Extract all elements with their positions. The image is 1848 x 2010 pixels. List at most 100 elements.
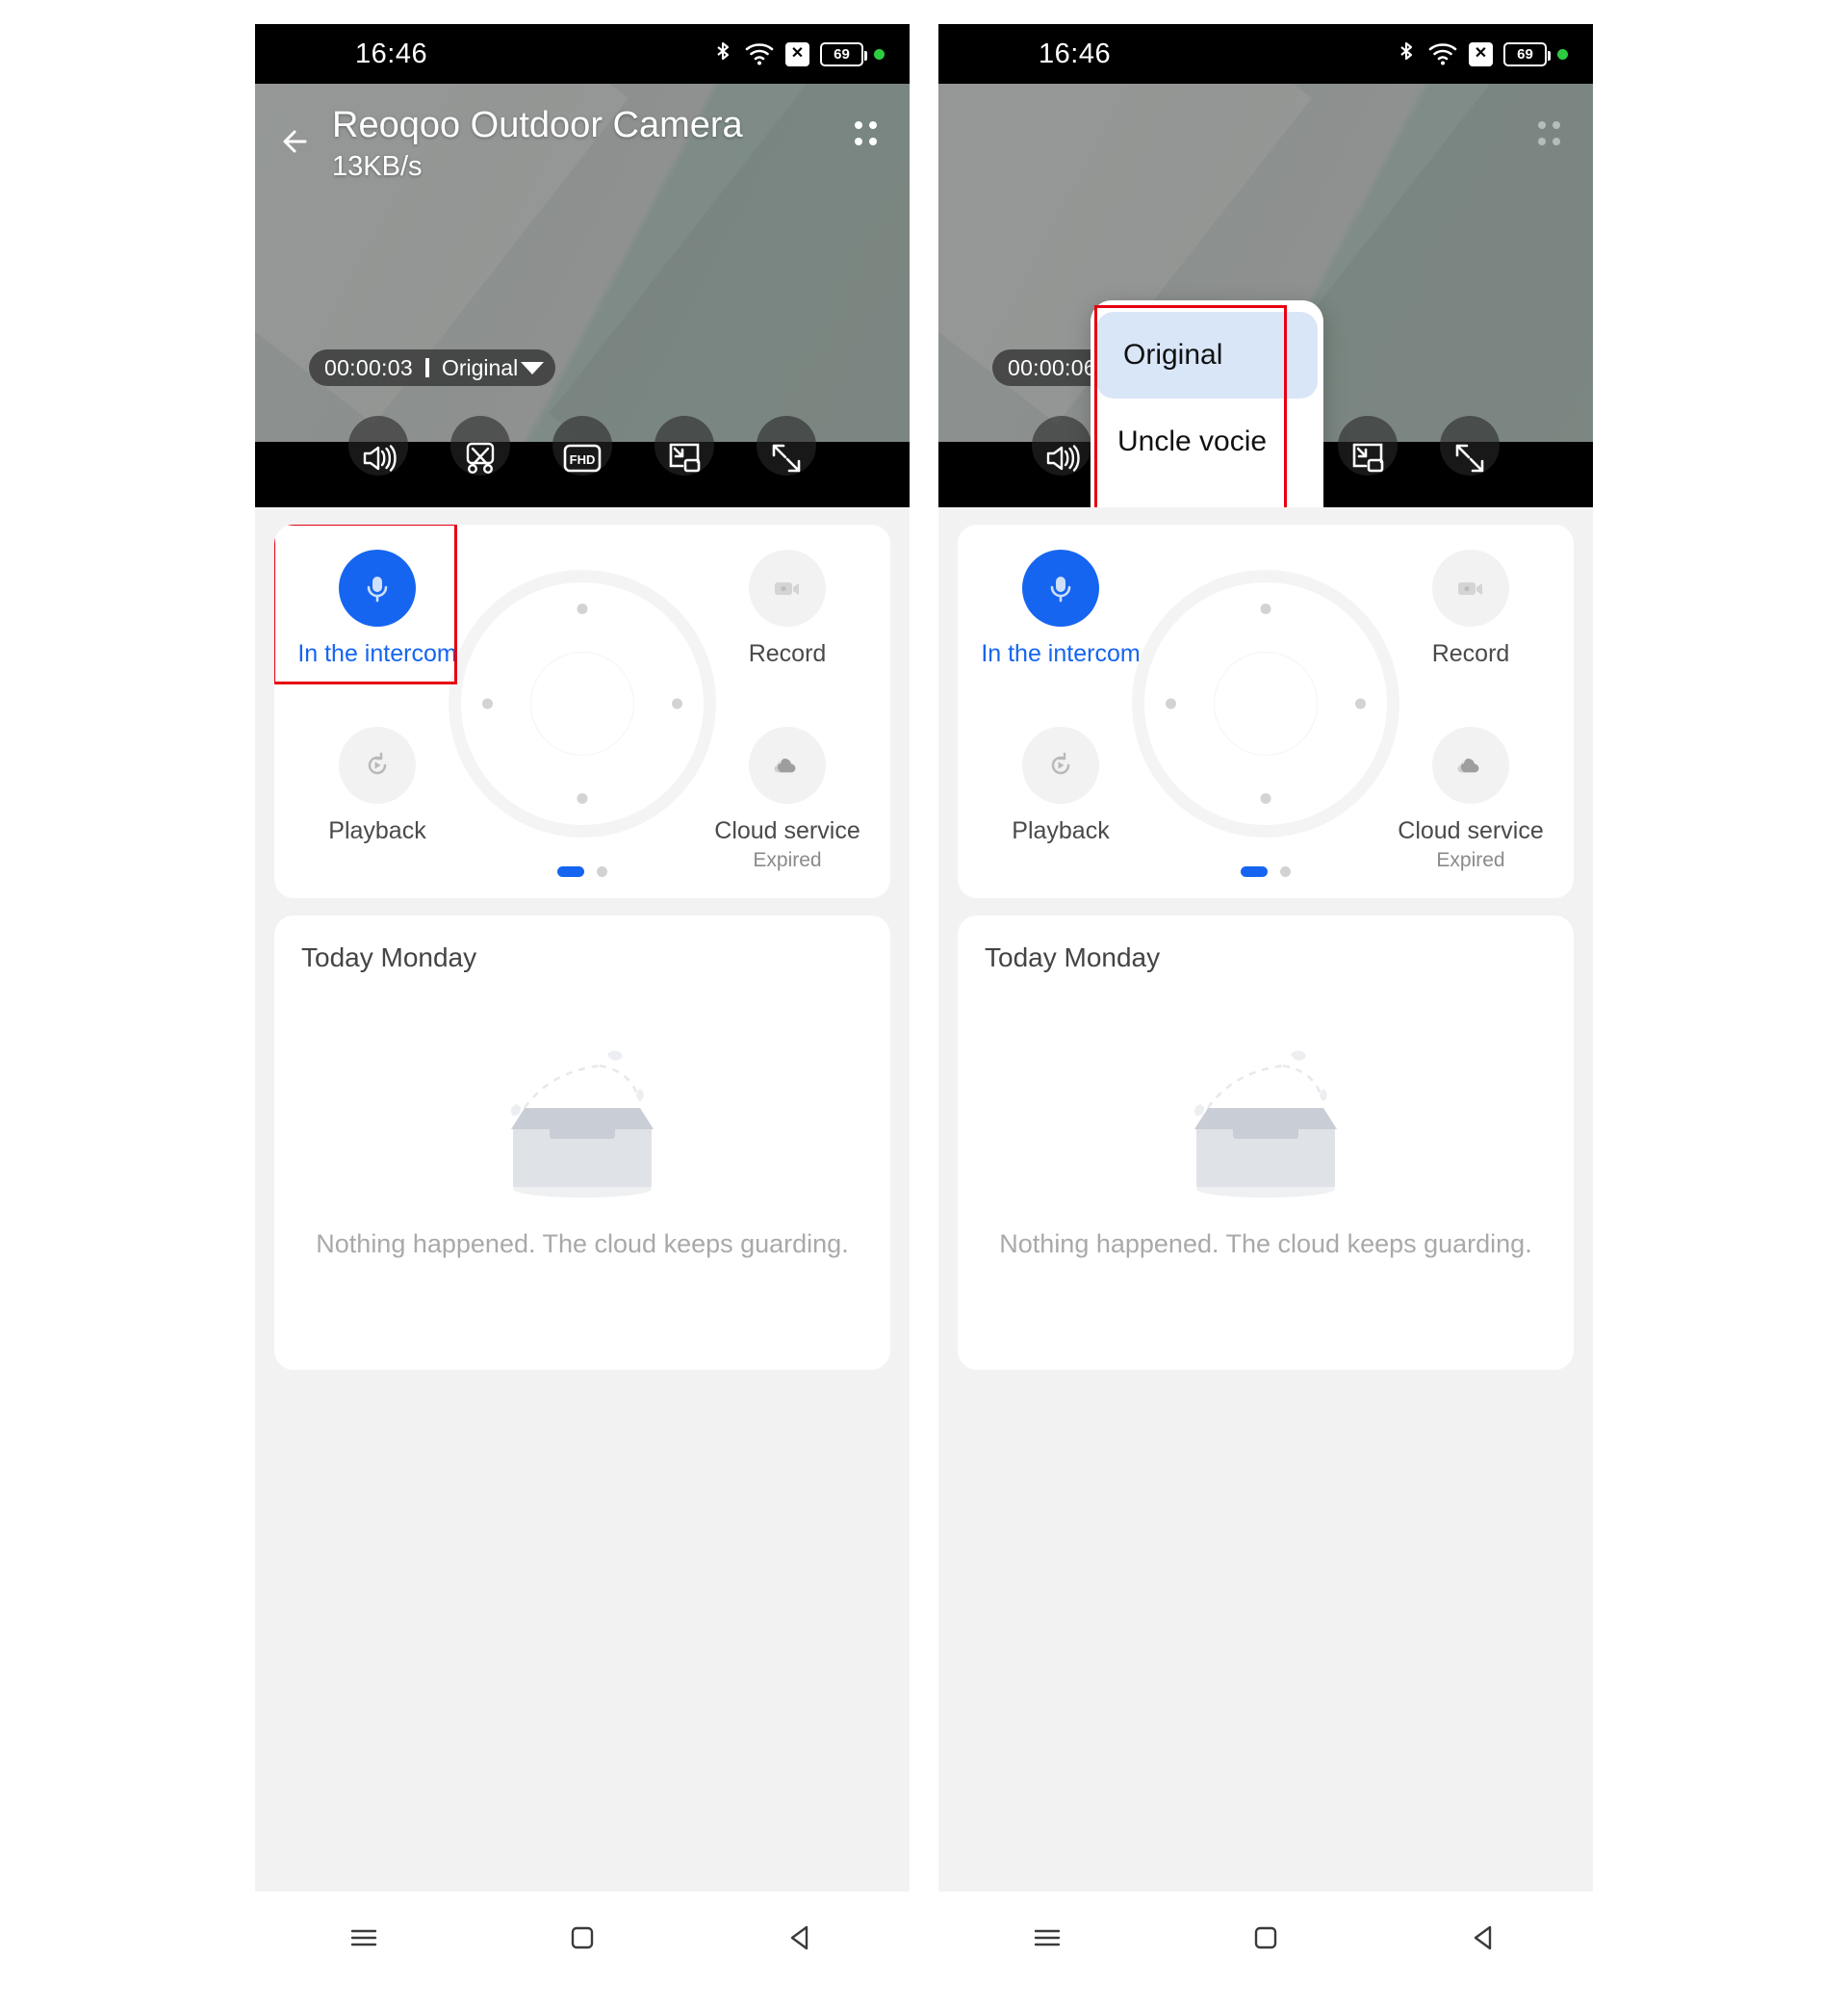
quick-action-playback[interactable]: Playback (979, 727, 1142, 845)
chevron-down-icon[interactable] (521, 361, 545, 374)
events-empty-message: Nothing happened. The cloud keeps guardi… (999, 1229, 1532, 1258)
quick-action-cloud[interactable]: Cloud service Expired (706, 727, 869, 872)
live-video-view[interactable]: 00:00:06 Original 02-26-2024 16:46:45 FH… (938, 84, 1593, 507)
quick-action-intercom[interactable]: In the intercom (979, 550, 1142, 668)
stream-status-pill[interactable]: 00:00:03 Original (309, 349, 556, 386)
menu-icon[interactable] (1018, 1909, 1076, 1967)
empty-box-icon (1150, 1025, 1381, 1208)
more-options-icon[interactable] (1529, 115, 1568, 153)
pip-button[interactable] (654, 416, 714, 504)
pill-separator (424, 358, 429, 377)
pager-dot-1[interactable] (557, 866, 584, 877)
clip-button[interactable] (450, 416, 510, 504)
pager-dot-2[interactable] (1280, 866, 1291, 877)
microphone-icon (367, 577, 388, 603)
quick-controls-card: In the intercom Record Playback Cloud se… (958, 525, 1574, 898)
android-nav-bar (938, 1892, 1593, 1983)
ptz-dot-left (1166, 698, 1176, 709)
bitrate-label: 13KB/s (332, 150, 423, 182)
voice-mode-dropdown[interactable]: Original Uncle vocie Kid voice (1091, 300, 1323, 507)
pip-button[interactable] (1338, 416, 1398, 504)
back-icon[interactable] (772, 1909, 830, 1967)
voice-mode-label: Original (441, 354, 519, 380)
ptz-dot-up (577, 604, 588, 615)
pager-dot-1[interactable] (1241, 866, 1268, 877)
speaker-icon (363, 445, 397, 472)
card-pager[interactable] (1241, 866, 1291, 877)
quick-action-cloud[interactable]: Cloud service Expired (1389, 727, 1553, 872)
voice-option-uncle[interactable]: Uncle vocie (1091, 399, 1323, 485)
ptz-dot-right (672, 698, 682, 709)
record-button[interactable] (749, 550, 826, 627)
events-title: Today Monday (985, 942, 1161, 972)
green-dot-icon (874, 48, 885, 60)
voice-option-kid[interactable]: Kid voice (1091, 485, 1323, 507)
ptz-dot-up (1260, 604, 1271, 615)
fullscreen-button[interactable] (757, 416, 816, 504)
card-pager[interactable] (557, 866, 607, 877)
quick-action-intercom[interactable]: In the intercom (295, 550, 459, 668)
volume-button[interactable] (1032, 416, 1091, 504)
events-card: Today Monday Nothing happened. The cloud… (274, 915, 890, 1370)
picture-in-picture-icon (669, 443, 701, 473)
bluetooth-icon (717, 41, 730, 61)
sim-x-icon: ✕ (785, 41, 809, 66)
quick-action-record[interactable]: Record (706, 550, 869, 668)
status-time: 16:46 (355, 38, 428, 69)
playback-button[interactable] (339, 727, 416, 804)
volume-button[interactable] (348, 416, 408, 504)
camcorder-icon (1458, 582, 1482, 595)
home-icon[interactable] (553, 1909, 611, 1967)
green-dot-icon (1557, 48, 1568, 60)
cloud-icon (774, 759, 796, 773)
record-button[interactable] (1432, 550, 1509, 627)
sim-x-icon: ✕ (1469, 41, 1493, 66)
back-icon[interactable] (1455, 1909, 1513, 1967)
intercom-button[interactable] (1022, 550, 1099, 627)
intercom-button[interactable] (339, 550, 416, 627)
cloud-service-status: Expired (1436, 849, 1505, 871)
ptz-dot-down (577, 793, 588, 805)
cloud-service-label: Cloud service (1398, 817, 1544, 844)
events-card: Today Monday Nothing happened. The cloud… (958, 915, 1574, 1370)
fullscreen-button[interactable] (1440, 416, 1500, 504)
ptz-center[interactable] (1214, 652, 1318, 757)
quality-button[interactable]: FHD (552, 416, 612, 504)
playback-icon (368, 752, 387, 775)
screenshot-root: 16:46 ✕ 69 Reoqoo Outdoor Camera 13KB/s (0, 0, 1848, 2010)
menu-icon[interactable] (335, 1909, 393, 1967)
intercom-label: In the intercom (297, 640, 457, 667)
elapsed-time: 00:00:03 (324, 354, 413, 380)
video-header (938, 84, 1593, 163)
scissors-icon (466, 442, 495, 475)
playback-button[interactable] (1022, 727, 1099, 804)
cloud-service-button[interactable] (1432, 727, 1509, 804)
live-video-view[interactable]: Reoqoo Outdoor Camera 13KB/s 00:00:03 Or… (255, 84, 910, 507)
cloud-service-button[interactable] (749, 727, 826, 804)
ptz-dpad[interactable] (1132, 570, 1399, 838)
ptz-dpad[interactable] (449, 570, 716, 838)
playback-label: Playback (1012, 817, 1110, 844)
more-options-icon[interactable] (846, 115, 885, 153)
home-icon[interactable] (1237, 1909, 1295, 1967)
back-arrow-icon[interactable] (276, 120, 319, 163)
status-time: 16:46 (1039, 38, 1112, 69)
events-empty-message: Nothing happened. The cloud keeps guardi… (316, 1229, 849, 1258)
fhd-icon: FHD (563, 444, 602, 473)
pager-dot-2[interactable] (597, 866, 607, 877)
camcorder-icon (775, 582, 799, 595)
voice-option-original[interactable]: Original (1096, 312, 1318, 399)
status-bar: 16:46 ✕ 69 (938, 24, 1593, 84)
svg-text:FHD: FHD (570, 452, 596, 467)
quick-action-playback[interactable]: Playback (295, 727, 459, 845)
cloud-service-label: Cloud service (714, 817, 860, 844)
ptz-center[interactable] (530, 652, 634, 757)
record-label: Record (748, 640, 827, 667)
intercom-label: In the intercom (981, 640, 1141, 667)
video-header: Reoqoo Outdoor Camera 13KB/s (255, 84, 910, 183)
quick-action-record[interactable]: Record (1389, 550, 1553, 668)
wifi-icon (1428, 43, 1457, 65)
speaker-icon (1046, 445, 1080, 472)
ptz-dot-right (1355, 698, 1366, 709)
expand-icon (1455, 444, 1484, 473)
